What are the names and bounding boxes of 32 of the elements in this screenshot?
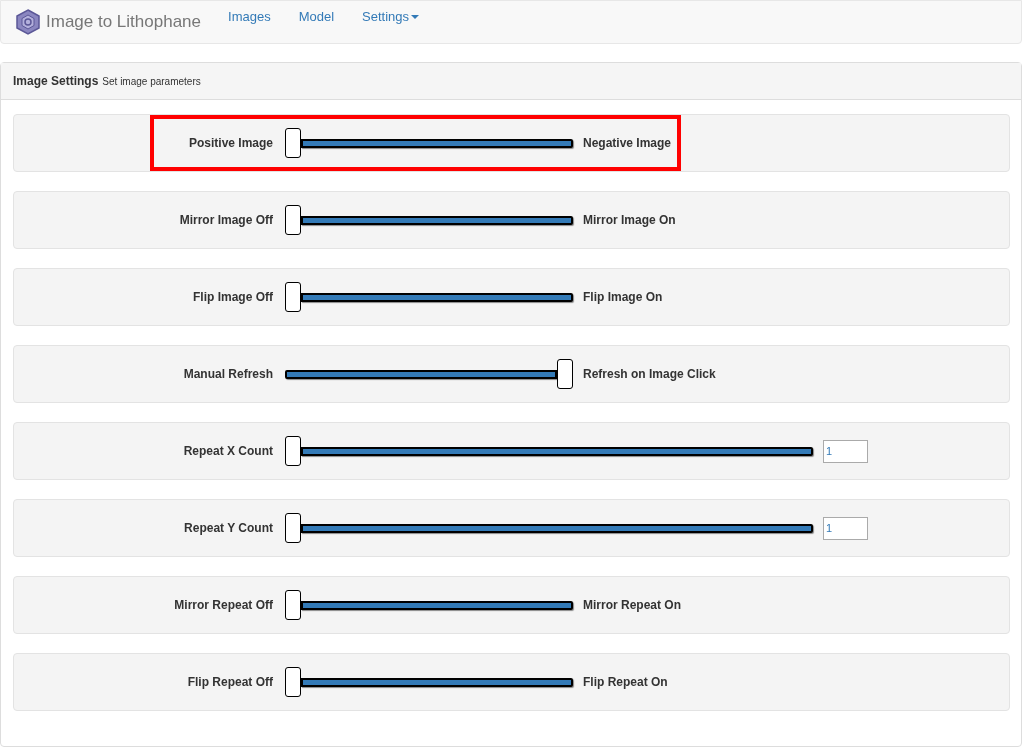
slider-handle[interactable]: [285, 513, 301, 543]
setting-label: Manual Refresh: [182, 366, 273, 383]
nav-link[interactable]: Model: [298, 7, 335, 27]
slider-handle[interactable]: [285, 590, 301, 620]
nav-link[interactable]: Images: [228, 7, 271, 27]
setting-end-label: Refresh on Image Click: [583, 366, 716, 383]
setting-end-label: Flip Image On: [583, 289, 663, 306]
slider-handle[interactable]: [285, 128, 301, 158]
setting-label: Flip Image Off: [192, 289, 273, 306]
setting-label: Flip Repeat Off: [186, 674, 273, 691]
setting-end-label: Flip Repeat On: [583, 674, 668, 691]
setting-label: Repeat Y Count: [183, 520, 273, 537]
count-field[interactable]: 1: [823, 439, 868, 463]
caret-icon: [411, 15, 420, 19]
slider-handle[interactable]: [285, 436, 301, 466]
setting-label: Mirror Image Off: [178, 212, 273, 229]
slider-handle[interactable]: [285, 667, 301, 697]
setting-label: Repeat X Count: [182, 443, 273, 460]
setting-end-label: Mirror Repeat On: [583, 597, 681, 614]
panel-subtitle: Set image parameters: [102, 74, 201, 89]
setting-end-label: Negative Image: [583, 135, 672, 152]
setting-label: Positive Image: [187, 135, 273, 152]
nav-link[interactable]: Settings: [362, 7, 420, 27]
slider-handle[interactable]: [285, 282, 301, 312]
count-field[interactable]: 1: [823, 516, 868, 540]
slider-handle[interactable]: [285, 205, 301, 235]
logo-icon: [15, 9, 41, 35]
setting-end-label: Mirror Image On: [583, 212, 676, 229]
slider-handle[interactable]: [557, 359, 573, 389]
brand-link[interactable]: Image to Lithophane: [46, 9, 201, 35]
panel-title: Image Settings: [13, 73, 99, 90]
setting-label: Mirror Repeat Off: [173, 597, 273, 614]
